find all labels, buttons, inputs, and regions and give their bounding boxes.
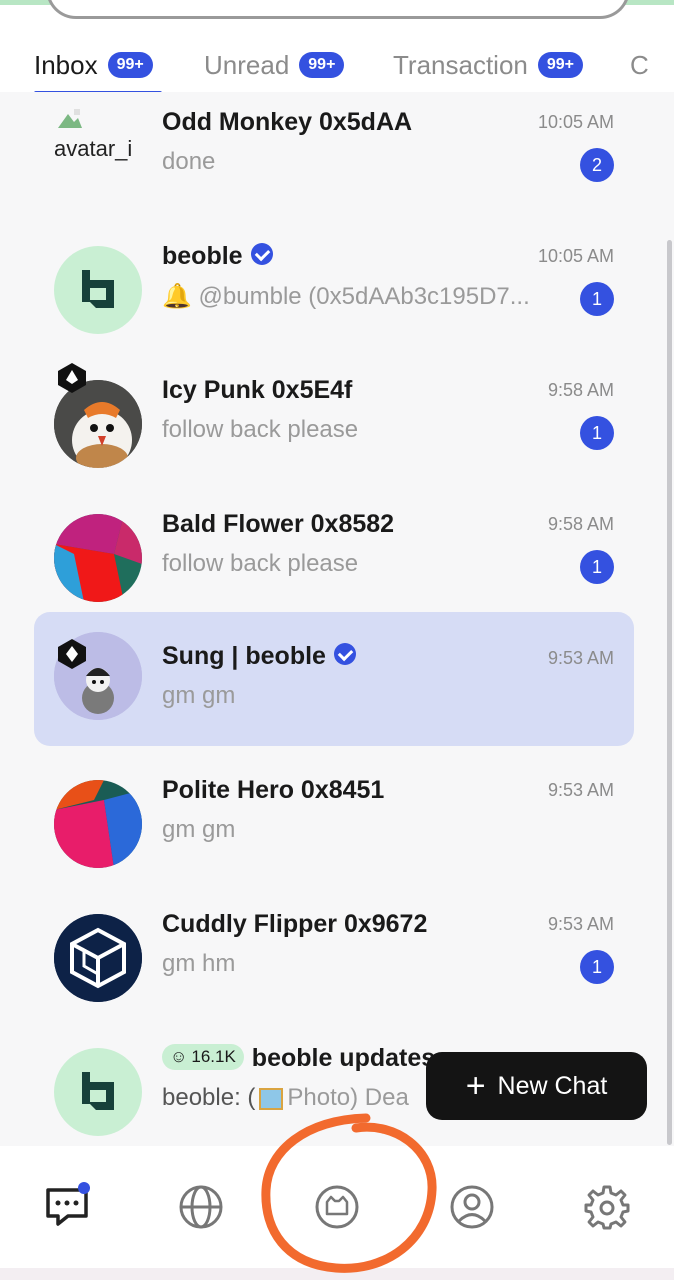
tab-unread[interactable]: Unread 99+: [204, 45, 345, 85]
beoble-logo-icon: [82, 1072, 114, 1110]
avatar-broken-image: avatar_i: [54, 106, 154, 166]
chat-preview: gm gm: [162, 816, 236, 843]
verified-icon: [333, 643, 356, 666]
new-chat-button[interactable]: + New Chat: [426, 1052, 647, 1120]
chat-preview: follow back please: [162, 416, 359, 443]
nav-settings[interactable]: [582, 1182, 632, 1232]
tab-unread-count: 99+: [299, 52, 345, 78]
generative-avatar-icon: [54, 780, 142, 868]
avatar: [54, 1048, 142, 1136]
chat-row[interactable]: beoble 🔔 @bumble (0x5dAAb3c195D7... 10:0…: [34, 226, 634, 360]
chat-row[interactable]: Cuddly Flipper 0x9672 gm hm 9:53 AM 1: [34, 894, 634, 1028]
avatar: [54, 914, 142, 1002]
cube-logo-icon: [54, 914, 142, 1002]
chat-name: Icy Punk 0x5E4f: [162, 376, 353, 404]
nav-profile[interactable]: [447, 1182, 497, 1232]
new-chat-label: New Chat: [497, 1071, 608, 1100]
chat-row[interactable]: Bald Flower 0x8582 follow back please 9:…: [34, 494, 634, 628]
chat-name-text: beoble: [162, 242, 243, 270]
chat-row[interactable]: avatar_i Odd Monkey 0x5dAA done 10:05 AM…: [34, 92, 634, 226]
follower-count-badge: ☺ 16.1K: [162, 1044, 244, 1071]
chat-time: 9:58 AM: [547, 380, 614, 400]
gesture-bar-area: [0, 1268, 674, 1280]
unread-badge: 1: [580, 550, 614, 584]
chat-preview: 🔔 @bumble (0x5dAAb3c195D7...: [162, 283, 530, 310]
nav-explore[interactable]: [176, 1182, 226, 1232]
tab-transaction-label: Transaction: [393, 49, 528, 80]
tab-inbox-count: 99+: [107, 52, 153, 78]
tab-more[interactable]: C: [630, 45, 674, 85]
chat-icon: [46, 1182, 90, 1226]
chat-name-text: beoble updates: [251, 1044, 436, 1072]
follower-count: 16.1K: [191, 1047, 236, 1067]
tab-transaction-count: 99+: [537, 52, 584, 78]
tab-inbox-label: Inbox: [34, 49, 98, 80]
nav-cat[interactable]: [312, 1182, 362, 1232]
chat-time: 9:53 AM: [547, 780, 614, 800]
scrollbar[interactable]: [667, 240, 672, 1145]
preview-prefix: beoble: (: [162, 1084, 256, 1111]
nav-chat[interactable]: [42, 1182, 92, 1232]
chat-name: Odd Monkey 0x5dAA: [162, 108, 413, 136]
chat-preview: gm hm: [162, 950, 236, 977]
chat-name: beoble: [162, 242, 273, 271]
gear-icon: [584, 1185, 630, 1230]
preview-suffix: ) Dea: [350, 1084, 409, 1111]
chat-name-text: Sung | beoble: [162, 642, 326, 670]
unread-badge: 1: [580, 282, 614, 316]
globe-icon: [179, 1185, 223, 1229]
chat-list[interactable]: avatar_i Odd Monkey 0x5dAA done 10:05 AM…: [0, 92, 674, 1146]
chat-name: Sung | beoble: [162, 642, 356, 671]
chat-time: 10:05 AM: [537, 246, 614, 266]
unread-badge: 2: [580, 148, 614, 182]
chat-row[interactable]: Icy Punk 0x5E4f follow back please 9:58 …: [34, 360, 634, 494]
chat-time: 9:53 AM: [547, 648, 614, 668]
eth-badge-icon: [58, 639, 86, 669]
beoble-logo-icon: [82, 270, 114, 308]
chat-name: Cuddly Flipper 0x9672: [162, 910, 428, 938]
profile-icon: [450, 1185, 494, 1229]
chat-row-selected[interactable]: Sung | beoble gm gm 9:53 AM: [34, 612, 634, 746]
tab-more-label: C: [630, 49, 649, 80]
preview-photo-label: Photo: [287, 1084, 351, 1111]
search-bar[interactable]: [46, 0, 630, 19]
tab-inbox[interactable]: Inbox 99+: [34, 45, 153, 85]
generative-avatar-icon: [54, 514, 142, 602]
chat-preview: follow back please: [162, 550, 359, 577]
chat-time: 9:58 AM: [547, 514, 614, 534]
unread-badge: 1: [580, 950, 614, 984]
tab-bar: Inbox 99+ Unread 99+ Transaction 99+ C: [0, 37, 674, 97]
broken-image-icon: [58, 109, 82, 128]
chat-preview: gm gm: [162, 682, 236, 709]
avatar: [54, 514, 142, 602]
bottom-nav: [0, 1146, 674, 1268]
tab-transaction[interactable]: Transaction 99+: [393, 45, 584, 85]
chat-name: Bald Flower 0x8582: [162, 510, 395, 538]
avatar-alt-text: avatar_i: [54, 136, 133, 161]
top-bar: Inbox 99+ Unread 99+ Transaction 99+ C: [0, 0, 674, 95]
eth-badge-icon: [58, 363, 86, 393]
tab-unread-label: Unread: [204, 49, 290, 80]
verified-icon: [250, 243, 273, 266]
avatar: [54, 780, 142, 868]
avatar: [54, 246, 142, 334]
smile-icon: ☺: [170, 1047, 188, 1067]
chat-time: 9:53 AM: [547, 914, 614, 934]
plus-icon: +: [465, 1066, 486, 1105]
chat-preview: done: [162, 148, 216, 175]
cat-face-icon: [315, 1185, 359, 1229]
photo-icon: [259, 1087, 284, 1110]
chat-name: ☺ 16.1K beoble updates: [162, 1044, 435, 1073]
unread-badge: 1: [580, 416, 614, 450]
chat-row[interactable]: Polite Hero 0x8451 gm gm 9:53 AM: [34, 760, 634, 894]
chat-name: Polite Hero 0x8451: [162, 776, 385, 804]
chat-time: 10:05 AM: [537, 112, 614, 132]
